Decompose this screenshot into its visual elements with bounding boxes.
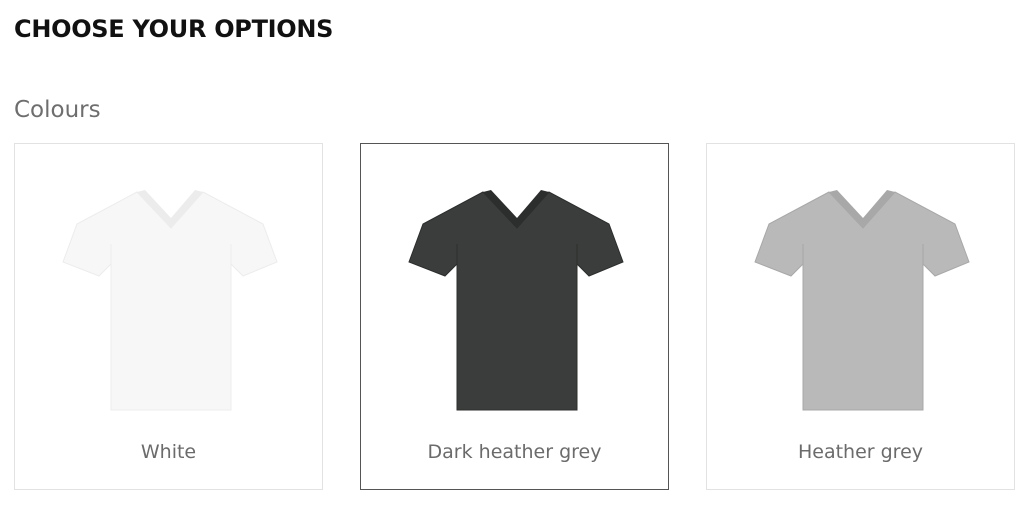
tshirt-image: [408, 190, 624, 411]
colour-swatch-dark-heather-grey[interactable]: Dark heather grey: [360, 143, 669, 490]
tshirt-image: [754, 190, 970, 411]
colours-label: Colours: [14, 97, 101, 123]
colour-swatch-white[interactable]: White: [14, 143, 323, 490]
swatch-label: Dark heather grey: [427, 441, 602, 463]
swatch-label: White: [140, 441, 197, 463]
page-title: CHOOSE YOUR OPTIONS: [14, 15, 334, 43]
swatch-label: Heather grey: [797, 441, 924, 463]
colour-swatch-list: White Dark heather grey Heather grey: [14, 143, 1015, 490]
colour-swatch-heather-grey[interactable]: Heather grey: [706, 143, 1015, 490]
tshirt-image: [62, 190, 278, 411]
options-page: CHOOSE YOUR OPTIONS Colours White Dark h…: [0, 0, 1026, 506]
